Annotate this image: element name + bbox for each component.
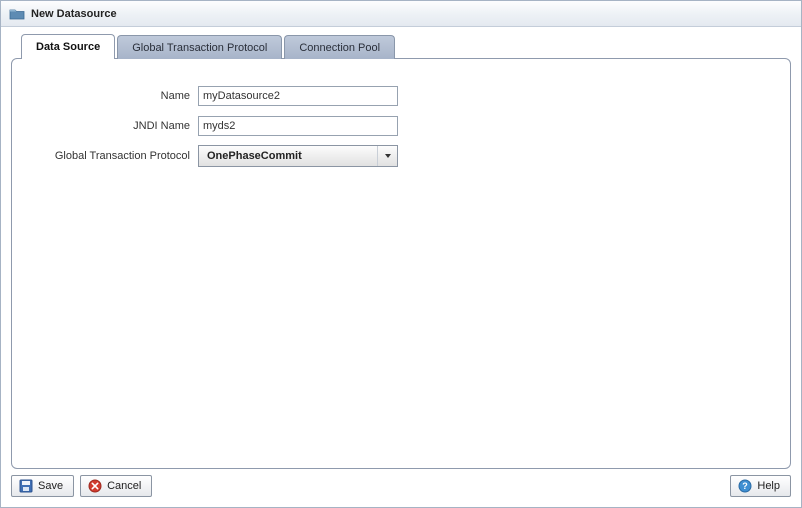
tab-data-source[interactable]: Data Source <box>21 34 115 59</box>
tab-global-transaction-protocol[interactable]: Global Transaction Protocol <box>117 35 282 59</box>
select-gtp[interactable]: OnePhaseCommit <box>198 145 398 167</box>
label-gtp: Global Transaction Protocol <box>32 150 198 162</box>
label-jndi-name: JNDI Name <box>32 120 198 132</box>
svg-text:?: ? <box>743 481 749 491</box>
footer: Save Cancel ? Help <box>1 473 801 507</box>
window-title: New Datasource <box>31 8 117 20</box>
tab-label: Global Transaction Protocol <box>132 42 267 54</box>
cancel-button-label: Cancel <box>107 480 141 492</box>
save-button[interactable]: Save <box>11 475 74 497</box>
cancel-button[interactable]: Cancel <box>80 475 152 497</box>
help-icon: ? <box>737 478 753 494</box>
input-name[interactable] <box>198 86 398 106</box>
tab-panel: Name JNDI Name Global Transaction Protoc… <box>11 58 791 469</box>
tab-label: Connection Pool <box>299 42 380 54</box>
tab-label: Data Source <box>36 41 100 53</box>
input-jndi-name[interactable] <box>198 116 398 136</box>
row-jndi-name: JNDI Name <box>32 111 770 141</box>
label-name: Name <box>32 90 198 102</box>
save-icon <box>18 478 34 494</box>
cancel-icon <box>87 478 103 494</box>
select-gtp-value: OnePhaseCommit <box>207 150 302 162</box>
folder-icon <box>9 6 25 22</box>
footer-left: Save Cancel <box>11 475 152 497</box>
row-gtp: Global Transaction Protocol OnePhaseComm… <box>32 141 770 171</box>
content-area: Data Source Global Transaction Protocol … <box>1 27 801 473</box>
titlebar: New Datasource <box>1 1 801 27</box>
window: New Datasource Data Source Global Transa… <box>0 0 802 508</box>
help-button[interactable]: ? Help <box>730 475 791 497</box>
tab-connection-pool[interactable]: Connection Pool <box>284 35 395 59</box>
save-button-label: Save <box>38 480 63 492</box>
help-button-label: Help <box>757 480 780 492</box>
chevron-down-icon <box>377 146 397 166</box>
tab-bar: Data Source Global Transaction Protocol … <box>11 33 791 59</box>
row-name: Name <box>32 81 770 111</box>
